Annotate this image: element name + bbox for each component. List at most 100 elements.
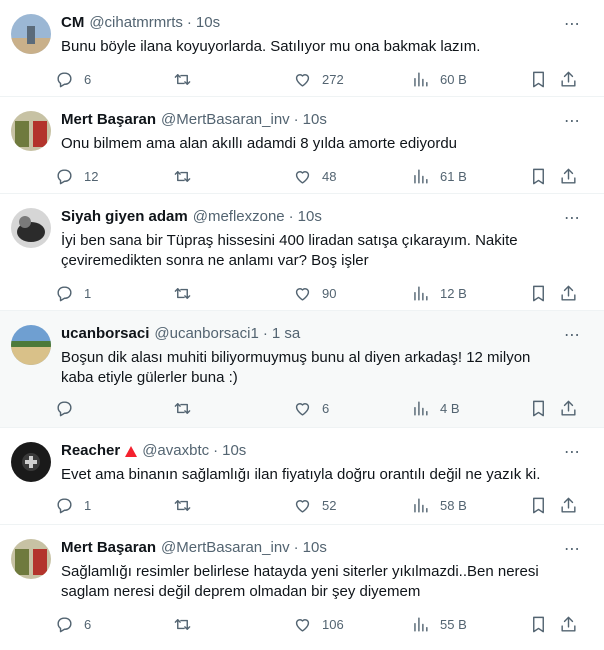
tweet-text-line: Boşun dik alası muhiti biliyormuymuş bun… xyxy=(61,349,531,366)
bookmark-icon xyxy=(533,497,544,513)
avatar[interactable] xyxy=(11,442,51,482)
share-icon xyxy=(561,168,576,184)
user-handle[interactable]: @avaxbtc xyxy=(142,440,209,462)
tweet[interactable]: Reacher @avaxbtc · 10s Evet ama binanın … xyxy=(0,428,604,525)
view-count: 58 B xyxy=(440,497,467,513)
avatar[interactable] xyxy=(11,111,51,151)
display-name[interactable]: ucanborsaci xyxy=(61,323,149,345)
more-options-icon[interactable]: ⋯ xyxy=(562,540,582,560)
bookmark-button[interactable] xyxy=(529,496,548,515)
share-button[interactable] xyxy=(559,284,578,303)
tweet-header: Mert Başaran @MertBasaran_inv · 10s xyxy=(61,109,592,131)
tweet-actions: 6 4 B xyxy=(55,396,592,420)
tweet-text-line: saglam neresi değil deprem olmadan bir ş… xyxy=(61,583,421,600)
tweet-actions: 1 90 12 B xyxy=(55,281,592,305)
share-button[interactable] xyxy=(559,399,578,418)
tweet[interactable]: Siyah giyen adam @meflexzone · 10s İyi b… xyxy=(0,194,604,311)
views-button[interactable]: 61 B xyxy=(411,167,467,186)
tweet-header: Reacher @avaxbtc · 10s xyxy=(61,440,592,462)
reply-button[interactable]: 1 xyxy=(55,496,91,515)
heart-icon xyxy=(295,499,310,513)
avatar[interactable] xyxy=(11,14,51,54)
retweet-button[interactable] xyxy=(173,615,202,634)
timestamp[interactable]: 10s xyxy=(303,537,327,559)
views-button[interactable]: 4 B xyxy=(411,399,460,418)
reply-count: 6 xyxy=(84,71,92,87)
reply-icon xyxy=(57,400,72,416)
like-button[interactable]: 90 xyxy=(293,284,336,303)
reply-button[interactable]: 1 xyxy=(55,284,91,303)
timestamp[interactable]: 1 sa xyxy=(272,323,300,345)
more-options-icon[interactable]: ⋯ xyxy=(562,15,582,35)
display-name[interactable]: CM xyxy=(61,12,84,34)
bookmark-button[interactable] xyxy=(529,399,548,418)
retweet-icon xyxy=(174,499,191,511)
more-options-icon[interactable]: ⋯ xyxy=(562,326,582,346)
tweet-text-line: çeviremedikten sonra ne anlamı var? Boş … xyxy=(61,252,369,269)
reply-button[interactable]: 6 xyxy=(55,70,91,89)
reply-button[interactable] xyxy=(55,399,84,418)
views-button[interactable]: 58 B xyxy=(411,496,467,515)
like-button[interactable]: 52 xyxy=(293,496,336,515)
views-button[interactable]: 55 B xyxy=(411,615,467,634)
view-count: 61 B xyxy=(440,168,467,184)
display-name[interactable]: Mert Başaran xyxy=(61,109,156,131)
display-name[interactable]: Reacher xyxy=(61,440,120,462)
share-icon xyxy=(561,497,576,513)
like-count: 48 xyxy=(322,168,337,184)
retweet-button[interactable] xyxy=(173,399,202,418)
bookmark-button[interactable] xyxy=(529,167,548,186)
like-button[interactable]: 48 xyxy=(293,167,336,186)
retweet-button[interactable] xyxy=(173,70,202,89)
tweet[interactable]: CM @cihatmrmrts · 10s Bunu böyle ilana k… xyxy=(0,0,604,97)
timestamp[interactable]: 10s xyxy=(303,109,327,131)
heart-icon xyxy=(295,170,310,184)
share-button[interactable] xyxy=(559,70,578,89)
tweet-text-line: Sağlamlığı resimler belirlese hatayda ye… xyxy=(61,563,539,580)
bookmark-button[interactable] xyxy=(529,70,548,89)
share-button[interactable] xyxy=(559,496,578,515)
tweet-actions: 6 106 55 B xyxy=(55,612,592,636)
timestamp[interactable]: 10s xyxy=(298,206,322,228)
bookmark-button[interactable] xyxy=(529,284,548,303)
retweet-icon xyxy=(174,287,191,299)
like-button[interactable]: 272 xyxy=(293,70,344,89)
bookmark-button[interactable] xyxy=(529,615,548,634)
views-button[interactable]: 60 B xyxy=(411,70,467,89)
more-options-icon[interactable]: ⋯ xyxy=(562,443,582,463)
reply-button[interactable]: 6 xyxy=(55,615,91,634)
retweet-button[interactable] xyxy=(173,496,202,515)
heart-icon xyxy=(295,618,310,632)
share-button[interactable] xyxy=(559,167,578,186)
retweet-icon xyxy=(174,618,191,630)
avatar[interactable] xyxy=(11,539,51,579)
user-handle[interactable]: @meflexzone xyxy=(193,206,285,228)
like-count: 106 xyxy=(322,616,344,632)
avatar[interactable] xyxy=(11,325,51,365)
share-button[interactable] xyxy=(559,615,578,634)
like-count: 90 xyxy=(322,285,337,301)
retweet-button[interactable] xyxy=(173,284,202,303)
tweet-text-line: kaba etiyle gülerler buna :) xyxy=(61,369,238,386)
more-options-icon[interactable]: ⋯ xyxy=(562,209,582,229)
retweet-button[interactable] xyxy=(173,167,202,186)
timestamp[interactable]: 10s xyxy=(222,440,246,462)
user-handle[interactable]: @MertBasaran_inv xyxy=(161,109,290,131)
display-name[interactable]: Mert Başaran xyxy=(61,537,156,559)
display-name[interactable]: Siyah giyen adam xyxy=(61,206,188,228)
avatar[interactable] xyxy=(11,208,51,248)
tweet[interactable]: Mert Başaran @MertBasaran_inv · 10s Sağl… xyxy=(0,525,604,650)
user-handle[interactable]: @MertBasaran_inv xyxy=(161,537,290,559)
tweet[interactable]: ucanborsaci @ucanborsaci1 · 1 sa Boşun d… xyxy=(0,311,604,428)
tweet-text: Bunu böyle ilana koyuyorlarda. Satılıyor… xyxy=(61,38,481,55)
views-button[interactable]: 12 B xyxy=(411,284,467,303)
like-button[interactable]: 106 xyxy=(293,615,344,634)
tweet[interactable]: Mert Başaran @MertBasaran_inv · 10s Onu … xyxy=(0,97,604,194)
reply-button[interactable]: 12 xyxy=(55,167,98,186)
user-handle[interactable]: @ucanborsaci1 xyxy=(154,323,258,345)
retweet-icon xyxy=(174,73,191,85)
like-button[interactable]: 6 xyxy=(293,399,329,418)
more-options-icon[interactable]: ⋯ xyxy=(562,112,582,132)
timestamp[interactable]: 10s xyxy=(196,12,220,34)
user-handle[interactable]: @cihatmrmrts xyxy=(89,12,183,34)
